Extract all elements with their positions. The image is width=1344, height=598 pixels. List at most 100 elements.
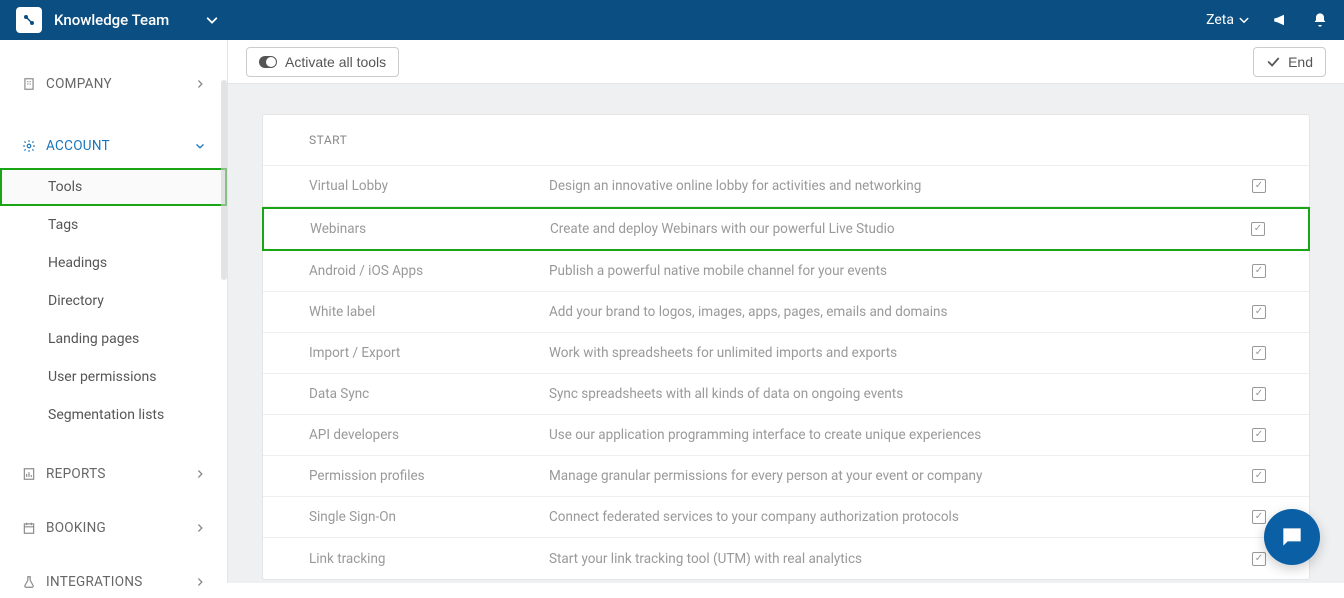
end-button[interactable]: End bbox=[1253, 47, 1326, 77]
tool-name: Link tracking bbox=[309, 551, 549, 567]
tool-description: Add your brand to logos, images, apps, p… bbox=[549, 304, 1239, 320]
tool-row[interactable]: Permission profilesManage granular permi… bbox=[263, 456, 1309, 497]
nav-integrations-label: INTEGRATIONS bbox=[46, 574, 143, 590]
tool-row[interactable]: White labelAdd your brand to logos, imag… bbox=[263, 292, 1309, 333]
chevron-right-icon bbox=[195, 469, 205, 479]
nav-company-label: COMPANY bbox=[46, 76, 112, 92]
user-name: Zeta bbox=[1206, 12, 1234, 28]
toggle-icon bbox=[259, 56, 277, 68]
check-icon bbox=[1266, 55, 1280, 69]
tool-checkbox[interactable]: ✓ bbox=[1239, 428, 1279, 442]
tool-name: Single Sign-On bbox=[309, 509, 549, 525]
announcements-button[interactable] bbox=[1272, 11, 1290, 29]
tool-row[interactable]: Data SyncSync spreadsheets with all kind… bbox=[263, 374, 1309, 415]
sidebar-item-headings[interactable]: Headings bbox=[0, 244, 227, 282]
tool-name: Virtual Lobby bbox=[309, 178, 549, 194]
building-icon bbox=[22, 77, 36, 91]
tool-checkbox[interactable]: ✓ bbox=[1239, 179, 1279, 193]
tool-checkbox[interactable]: ✓ bbox=[1239, 346, 1279, 360]
flask-icon bbox=[22, 575, 36, 589]
tool-description: Design an innovative online lobby for ac… bbox=[549, 178, 1239, 194]
checkbox-icon: ✓ bbox=[1252, 552, 1266, 566]
chevron-down-icon bbox=[1238, 14, 1250, 26]
tool-checkbox[interactable]: ✓ bbox=[1239, 387, 1279, 401]
chevron-right-icon bbox=[195, 577, 205, 587]
tool-checkbox[interactable]: ✓ bbox=[1239, 469, 1279, 483]
tool-checkbox[interactable]: ✓ bbox=[1239, 305, 1279, 319]
chat-widget[interactable] bbox=[1264, 509, 1320, 565]
report-icon bbox=[22, 467, 36, 481]
main-area: Activate all tools End START Virtual Lob… bbox=[228, 40, 1344, 583]
end-label: End bbox=[1288, 54, 1313, 70]
checkbox-icon: ✓ bbox=[1251, 222, 1265, 236]
chevron-down-icon bbox=[195, 141, 205, 151]
nav-booking-label: BOOKING bbox=[46, 520, 106, 536]
nav-integrations[interactable]: INTEGRATIONS bbox=[0, 566, 227, 598]
nav-account-label: ACCOUNT bbox=[46, 138, 110, 154]
activate-all-label: Activate all tools bbox=[285, 54, 386, 70]
tools-card: START Virtual LobbyDesign an innovative … bbox=[262, 114, 1310, 580]
tool-row[interactable]: Android / iOS AppsPublish a powerful nat… bbox=[263, 251, 1309, 292]
tool-checkbox[interactable]: ✓ bbox=[1238, 222, 1278, 236]
tool-description: Sync spreadsheets with all kinds of data… bbox=[549, 386, 1239, 402]
tool-name: API developers bbox=[309, 427, 549, 443]
tool-row[interactable]: API developersUse our application progra… bbox=[263, 415, 1309, 456]
chevron-right-icon bbox=[195, 79, 205, 89]
tools-card-header: START bbox=[263, 115, 1309, 166]
sidebar-item-directory[interactable]: Directory bbox=[0, 282, 227, 320]
nav-reports[interactable]: REPORTS bbox=[0, 458, 227, 490]
account-submenu: ToolsTagsHeadingsDirectoryLanding pagesU… bbox=[0, 168, 227, 434]
tool-description: Use our application programming interfac… bbox=[549, 427, 1239, 443]
sidebar-item-segmentation-lists[interactable]: Segmentation lists bbox=[0, 396, 227, 434]
gear-icon bbox=[22, 139, 36, 153]
tool-row[interactable]: Single Sign-OnConnect federated services… bbox=[263, 497, 1309, 538]
tool-name: Data Sync bbox=[309, 386, 549, 402]
checkbox-icon: ✓ bbox=[1252, 469, 1266, 483]
chevron-right-icon bbox=[195, 523, 205, 533]
tool-name: Webinars bbox=[310, 221, 550, 237]
checkbox-icon: ✓ bbox=[1252, 428, 1266, 442]
checkbox-icon: ✓ bbox=[1252, 179, 1266, 193]
tool-checkbox[interactable]: ✓ bbox=[1239, 264, 1279, 278]
sidebar-item-user-permissions[interactable]: User permissions bbox=[0, 358, 227, 396]
tool-description: Work with spreadsheets for unlimited imp… bbox=[549, 345, 1239, 361]
nav-booking[interactable]: BOOKING bbox=[0, 512, 227, 544]
tool-row[interactable]: Virtual LobbyDesign an innovative online… bbox=[263, 166, 1309, 207]
tool-description: Start your link tracking tool (UTM) with… bbox=[549, 551, 1239, 567]
chevron-down-icon bbox=[205, 13, 219, 27]
sidebar-item-landing-pages[interactable]: Landing pages bbox=[0, 320, 227, 358]
sidebar: COMPANY ACCOUNT ToolsTagsHeadingsDirecto… bbox=[0, 40, 228, 583]
tool-name: Import / Export bbox=[309, 345, 549, 361]
sidebar-item-tags[interactable]: Tags bbox=[0, 206, 227, 244]
topbar: Knowledge Team Zeta bbox=[0, 0, 1344, 40]
app-logo bbox=[16, 7, 42, 33]
tool-row[interactable]: WebinarsCreate and deploy Webinars with … bbox=[262, 207, 1310, 251]
sidebar-item-tools[interactable]: Tools bbox=[0, 168, 227, 206]
tool-description: Connect federated services to your compa… bbox=[549, 509, 1239, 525]
tool-name: White label bbox=[309, 304, 549, 320]
tool-name: Android / iOS Apps bbox=[309, 263, 549, 279]
tool-description: Publish a powerful native mobile channel… bbox=[549, 263, 1239, 279]
checkbox-icon: ✓ bbox=[1252, 264, 1266, 278]
checkbox-icon: ✓ bbox=[1252, 510, 1266, 524]
chat-icon bbox=[1279, 524, 1305, 550]
checkbox-icon: ✓ bbox=[1252, 305, 1266, 319]
action-bar: Activate all tools End bbox=[228, 40, 1344, 84]
user-menu[interactable]: Zeta bbox=[1206, 12, 1250, 28]
tool-row[interactable]: Import / ExportWork with spreadsheets fo… bbox=[263, 333, 1309, 374]
team-switcher-caret[interactable] bbox=[205, 13, 219, 27]
activate-all-button[interactable]: Activate all tools bbox=[246, 47, 399, 77]
nav-reports-label: REPORTS bbox=[46, 466, 106, 482]
megaphone-icon bbox=[1272, 11, 1290, 29]
notifications-button[interactable] bbox=[1312, 12, 1328, 28]
team-name: Knowledge Team bbox=[54, 11, 169, 29]
tool-row[interactable]: Link trackingStart your link tracking to… bbox=[263, 538, 1309, 579]
checkbox-icon: ✓ bbox=[1252, 387, 1266, 401]
bell-icon bbox=[1312, 12, 1328, 28]
tool-description: Create and deploy Webinars with our powe… bbox=[550, 221, 1238, 237]
checkbox-icon: ✓ bbox=[1252, 346, 1266, 360]
nav-account[interactable]: ACCOUNT bbox=[0, 130, 227, 162]
calendar-icon bbox=[22, 521, 36, 535]
tool-description: Manage granular permissions for every pe… bbox=[549, 468, 1239, 484]
nav-company[interactable]: COMPANY bbox=[0, 68, 227, 100]
